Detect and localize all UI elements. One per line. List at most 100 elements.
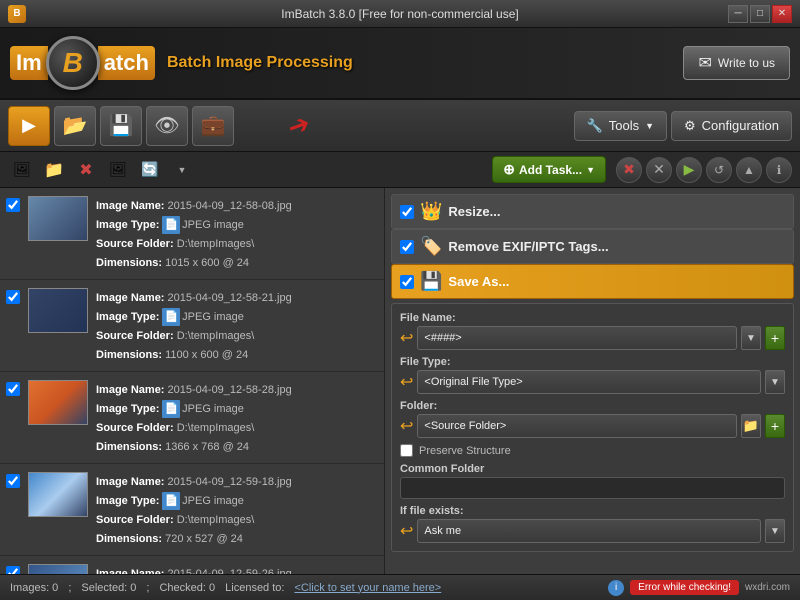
wxdri-label: wxdri.com — [745, 582, 790, 593]
task-item-0[interactable]: 👑 Resize... — [391, 194, 794, 229]
folder-add-btn[interactable]: + — [765, 414, 785, 438]
write-to-us-button[interactable]: ✉ Write to us — [683, 46, 790, 80]
file-type-select[interactable]: <Original File Type> — [417, 370, 761, 394]
remove-icon: ✖ — [79, 160, 92, 180]
file-type-icon: ↩ — [400, 372, 413, 392]
configuration-button[interactable]: ⚙ Configuration — [671, 111, 792, 141]
task-icon-1: 🏷️ — [420, 236, 442, 257]
refresh-icon: 🔄 — [141, 161, 158, 178]
task-item-1[interactable]: 🏷️ Remove EXIF/IPTC Tags... — [391, 229, 794, 264]
logo-subtitle: Batch Image Processing — [167, 54, 353, 72]
briefcase-button[interactable]: 💼 — [192, 106, 234, 146]
more-options-button[interactable]: ▼ — [168, 157, 196, 183]
item-checkbox-0[interactable] — [6, 198, 20, 212]
if-exists-label: If file exists: — [400, 505, 785, 517]
error-badge: Error while checking! — [630, 580, 739, 595]
image-list[interactable]: Image Name: 2015-04-09_12-58-08.jpg Imag… — [0, 188, 385, 574]
arrow-right-icon: ➔ — [283, 107, 314, 144]
tools-button[interactable]: 🔧 Tools ▼ — [574, 111, 667, 141]
task-checkbox-1[interactable] — [400, 240, 414, 254]
list-item[interactable]: Image Name: 2015-04-09_12-59-18.jpg Imag… — [0, 464, 384, 556]
file-name-field: File Name: ↩ <####> ▼ + — [400, 312, 785, 350]
item-thumbnail-4 — [28, 564, 88, 574]
item-checkbox-4[interactable] — [6, 566, 20, 574]
add-folder-icon: 📁 — [44, 160, 64, 180]
task-back-button[interactable]: ↺ — [706, 157, 732, 183]
file-name-select[interactable]: <####> — [417, 326, 737, 350]
file-name-add-btn[interactable]: + — [765, 326, 785, 350]
task-panel: 👑 Resize... 🏷️ Remove EXIF/IPTC Tags... … — [385, 188, 800, 574]
info-icon: i — [608, 580, 624, 596]
add-image-button[interactable]: 🖼 — [8, 157, 36, 183]
tools-label: Tools — [609, 118, 639, 133]
view-button[interactable]: 👁 — [146, 106, 188, 146]
list-item[interactable]: Image Name: 2015-04-09_12-58-21.jpg Imag… — [0, 280, 384, 372]
preserve-structure-checkbox[interactable] — [400, 444, 413, 457]
play-button[interactable]: ▶ — [8, 106, 50, 146]
open-folder-button[interactable]: 📂 — [54, 106, 96, 146]
task-item-2[interactable]: 💾 Save As... — [391, 264, 794, 299]
preserve-structure-label: Preserve Structure — [419, 445, 511, 457]
refresh-button[interactable]: 🔄 — [136, 157, 164, 183]
add-folder-button[interactable]: 📁 — [40, 157, 68, 183]
folder-select[interactable]: <Source Folder> — [417, 414, 737, 438]
floppy-icon: 💾 — [109, 113, 134, 138]
folder-browse-btn[interactable]: 📁 — [741, 414, 761, 438]
tools-dropdown-icon: ▼ — [645, 121, 654, 131]
list-item[interactable]: Image Name: 2015-04-09_12-58-28.jpg Imag… — [0, 372, 384, 464]
item-checkbox-3[interactable] — [6, 474, 20, 488]
task-icon-2: 💾 — [420, 271, 442, 292]
settings-small-icon: 🖼 — [109, 161, 127, 178]
envelope-icon: ✉ — [698, 53, 711, 73]
item-info-2: Image Name: 2015-04-09_12-58-28.jpg Imag… — [96, 380, 378, 455]
common-folder-input[interactable] — [400, 477, 785, 499]
if-exists-select[interactable]: Ask me — [417, 519, 761, 543]
item-info-4: Image Name: 2015-04-09_12-59-26.jpg Imag… — [96, 564, 378, 574]
item-checkbox-2[interactable] — [6, 382, 20, 396]
task-checkbox-0[interactable] — [400, 205, 414, 219]
window-title: ImBatch 3.8.0 [Free for non-commercial u… — [281, 7, 518, 21]
logo-atch: atch — [98, 46, 155, 80]
item-checkbox-1[interactable] — [6, 290, 20, 304]
close-button[interactable]: ✕ — [772, 5, 792, 23]
list-item[interactable]: Image Name: 2015-04-09_12-59-26.jpg Imag… — [0, 556, 384, 574]
write-btn-label: Write to us — [718, 56, 775, 70]
file-name-dropdown-btn[interactable]: ▼ — [741, 326, 761, 350]
logo: Im B atch Batch Image Processing — [10, 36, 353, 90]
minimize-button[interactable]: ─ — [728, 5, 748, 23]
file-type-dropdown-btn[interactable]: ▼ — [765, 370, 785, 394]
add-task-label: Add Task... — [519, 163, 582, 177]
folder-label: Folder: — [400, 400, 785, 412]
license-name-link[interactable]: <Click to set your name here> — [294, 582, 441, 594]
error-text: Error while checking! — [638, 582, 731, 593]
main-content: Image Name: 2015-04-09_12-58-08.jpg Imag… — [0, 188, 800, 574]
file-name-icon: ↩ — [400, 328, 413, 348]
task-label-2: Save As... — [448, 274, 785, 289]
task-controls: ✖ ✕ ▶ ↺ ▲ ℹ — [616, 157, 792, 183]
preserve-structure-row: Preserve Structure — [400, 444, 785, 457]
item-thumbnail-1 — [28, 288, 88, 333]
maximize-button[interactable]: □ — [750, 5, 770, 23]
task-stop-button[interactable]: ✕ — [646, 157, 672, 183]
task-remove-button[interactable]: ✖ — [616, 157, 642, 183]
title-bar: B ImBatch 3.8.0 [Free for non-commercial… — [0, 0, 800, 28]
save-as-config: File Name: ↩ <####> ▼ + File Type: ↩ <Or… — [391, 303, 794, 552]
save-button[interactable]: 💾 — [100, 106, 142, 146]
dropdown-icon: ▼ — [178, 165, 187, 175]
if-exists-dropdown-btn[interactable]: ▼ — [765, 519, 785, 543]
list-item[interactable]: Image Name: 2015-04-09_12-58-08.jpg Imag… — [0, 188, 384, 280]
config-label: Configuration — [702, 118, 779, 133]
separator2: ; — [146, 582, 149, 594]
task-play-button[interactable]: ▶ — [676, 157, 702, 183]
task-up-button[interactable]: ▲ — [736, 157, 762, 183]
gear-icon: ⚙ — [684, 118, 696, 134]
remove-button[interactable]: ✖ — [72, 157, 100, 183]
task-checkbox-2[interactable] — [400, 275, 414, 289]
common-folder-label: Common Folder — [400, 463, 785, 475]
task-label-1: Remove EXIF/IPTC Tags... — [448, 239, 785, 254]
images-count: Images: 0 — [10, 582, 58, 594]
task-info-button[interactable]: ℹ — [766, 157, 792, 183]
add-task-button[interactable]: ⊕ Add Task... ▼ — [492, 156, 606, 183]
app-icon: B — [8, 5, 26, 23]
settings-small-button[interactable]: 🖼 — [104, 157, 132, 183]
